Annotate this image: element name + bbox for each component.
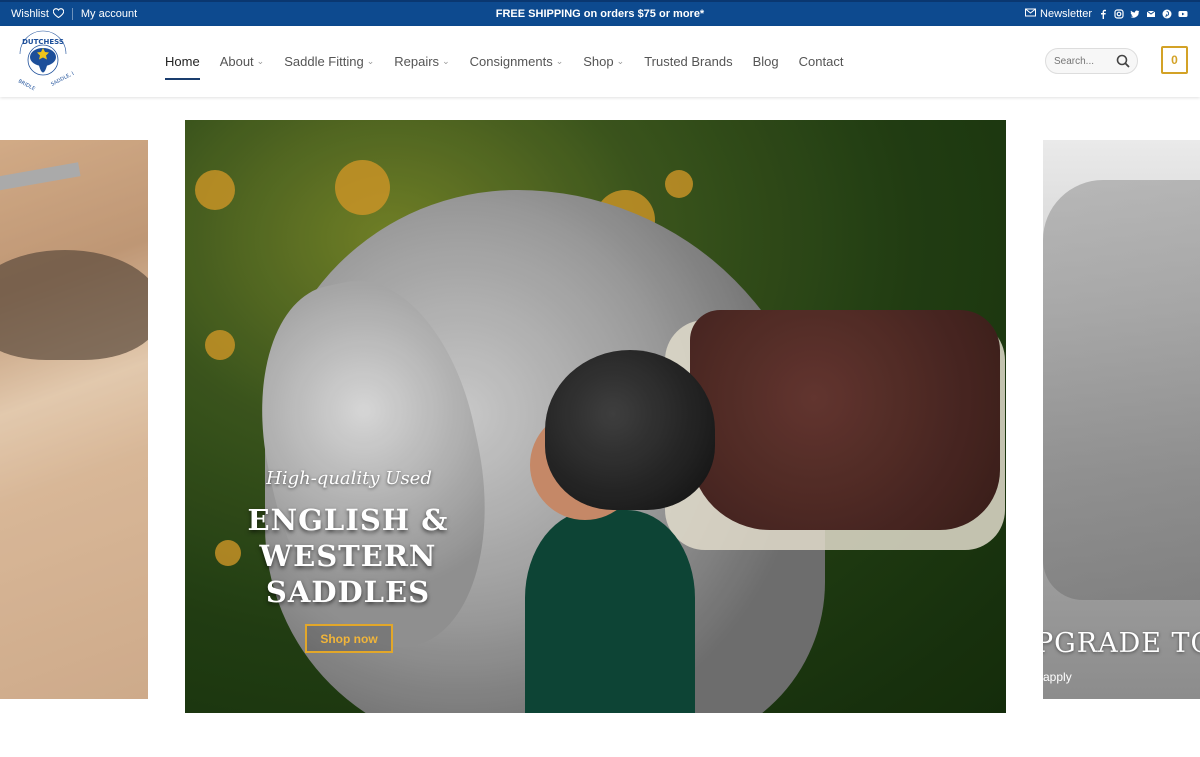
chevron-down-icon: ⌄ <box>442 56 450 66</box>
nav-blog[interactable]: Blog <box>753 52 779 72</box>
nav-blog-label: Blog <box>752 54 779 69</box>
search-icon[interactable] <box>1116 54 1130 68</box>
svg-text:BRIDLE: BRIDLE <box>17 78 36 92</box>
main-nav: Home About ⌄ Saddle Fitting ⌄ Repairs ⌄ Con… <box>165 26 843 97</box>
nav-shop[interactable]: Shop ⌄ <box>583 52 624 72</box>
chevron-down-icon: ⌄ <box>555 56 564 66</box>
slide-subcaption: apply <box>1043 670 1072 684</box>
site-logo[interactable]: DUTCHESS BRIDLE SADDLE, LLC <box>12 30 82 92</box>
slide-previous[interactable] <box>0 140 148 699</box>
saddle-image <box>1043 180 1200 600</box>
nav-saddle-fitting-label: Saddle Fitting <box>284 54 364 69</box>
wishlist-label: Wishlist <box>11 8 49 20</box>
logo-icon: DUTCHESS BRIDLE SADDLE, LLC <box>17 30 82 92</box>
nav-consignments-label: Consignments <box>469 54 553 69</box>
nav-contact[interactable]: Contact <box>799 52 844 72</box>
chevron-down-icon: ⌄ <box>616 56 625 66</box>
newsletter-label: Newsletter <box>1040 8 1092 20</box>
cart-count: 0 <box>1171 53 1178 67</box>
hero-headline: ENGLISH & WESTERN SADDLES <box>247 503 449 609</box>
nav-trusted-brands-label: Trusted Brands <box>644 54 733 69</box>
pinterest-icon[interactable] <box>1162 9 1172 19</box>
youtube-icon[interactable] <box>1178 9 1188 19</box>
wishlist-link[interactable]: Wishlist <box>11 7 65 21</box>
top-bar: FREE SHIPPING on orders $75 or more* Wis… <box>0 0 1200 26</box>
nav-consignments[interactable]: Consignments ⌄ <box>470 52 564 72</box>
nav-saddle-fitting[interactable]: Saddle Fitting ⌄ <box>284 52 374 72</box>
hero-eyebrow: High-quality Used <box>266 468 432 489</box>
divider <box>71 8 73 20</box>
email-icon[interactable] <box>1146 9 1156 19</box>
nav-repairs[interactable]: Repairs ⌄ <box>394 52 449 72</box>
nav-home-label: Home <box>165 54 200 69</box>
site-header: DUTCHESS BRIDLE SADDLE, LLC Home About ⌄ … <box>0 26 1200 97</box>
saddle-image <box>0 250 148 360</box>
cart-button[interactable]: 0 <box>1161 46 1188 74</box>
promo-text: FREE SHIPPING on orders $75 or more* <box>495 8 705 20</box>
heart-icon <box>52 7 65 21</box>
nav-about[interactable]: About ⌄ <box>220 52 265 72</box>
slide-caption: PGRADE TO <box>1043 628 1200 659</box>
instagram-icon[interactable] <box>1114 9 1124 19</box>
nav-shop-label: Shop <box>583 54 614 69</box>
shop-now-button[interactable]: Shop now <box>305 624 393 653</box>
search-box <box>1045 48 1138 74</box>
slide-image <box>0 162 81 192</box>
nav-home[interactable]: Home <box>165 52 200 80</box>
newsletter-link[interactable]: Newsletter <box>1025 8 1092 20</box>
nav-trusted-brands[interactable]: Trusted Brands <box>644 52 732 72</box>
chevron-down-icon: ⌄ <box>366 56 375 66</box>
search-input[interactable] <box>1054 55 1114 67</box>
my-account-link[interactable]: My account <box>81 8 137 20</box>
nav-about-label: About <box>219 54 254 69</box>
facebook-icon[interactable] <box>1098 9 1108 19</box>
hero-slide: High-quality Used ENGLISH & WESTERN SADD… <box>185 120 1006 713</box>
nav-repairs-label: Repairs <box>394 54 440 69</box>
envelope-icon <box>1025 8 1037 20</box>
slide-next[interactable]: PGRADE TO apply <box>1043 140 1200 699</box>
chevron-down-icon: ⌄ <box>256 56 265 66</box>
twitter-icon[interactable] <box>1130 9 1140 19</box>
nav-contact-label: Contact <box>798 54 844 69</box>
